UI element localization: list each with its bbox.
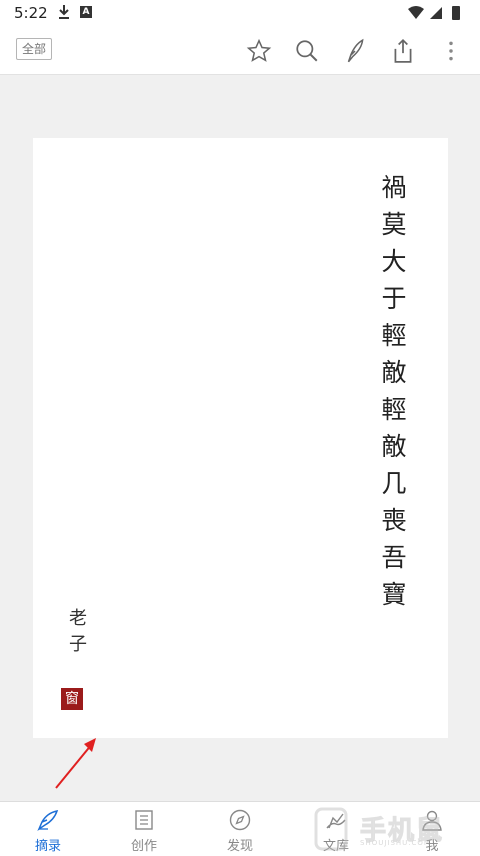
site-watermark: 手机鼠 SHOUJISHU.COM [312,806,462,852]
poem-text: 禍莫大于輕敵輕敵几喪吾寶 [378,174,407,618]
watermark-logo-icon [314,807,348,851]
nav-label: 发现 [226,839,253,854]
watermark-subtext: SHOUJISHU.COM [360,839,431,847]
feather-pen-icon[interactable] [342,38,368,64]
nav-item-excerpts[interactable]: 摘录 [0,802,96,856]
battery-icon [452,6,460,20]
annotation-arrow-icon [55,738,96,789]
nav-label: 创作 [130,839,157,854]
download-icon [58,4,70,24]
status-indicators [408,5,468,21]
nav-label: 摘录 [34,839,61,854]
compass-icon [228,808,252,832]
quill-icon [36,808,60,832]
filter-all-button[interactable]: 全部 [16,38,53,60]
quote-card[interactable]: 禍莫大于輕敵輕敵几喪吾寶 老子 窗 [33,138,448,738]
nav-item-discover[interactable]: 发现 [192,802,288,856]
more-vertical-icon[interactable] [438,38,464,64]
signal-icon [430,7,442,19]
seal-stamp: 窗 [61,688,83,710]
wifi-icon [408,6,424,19]
document-icon [132,808,156,832]
search-icon[interactable] [294,38,320,64]
author-name: 老子 [66,608,87,660]
star-icon[interactable] [246,38,272,64]
status-bar: 5:22 A [0,0,480,26]
status-time: 5:22 [14,4,48,22]
font-badge-icon: A [80,6,92,18]
share-icon[interactable] [390,38,416,64]
nav-item-create[interactable]: 创作 [96,802,192,856]
top-toolbar: 全部 [0,26,480,75]
